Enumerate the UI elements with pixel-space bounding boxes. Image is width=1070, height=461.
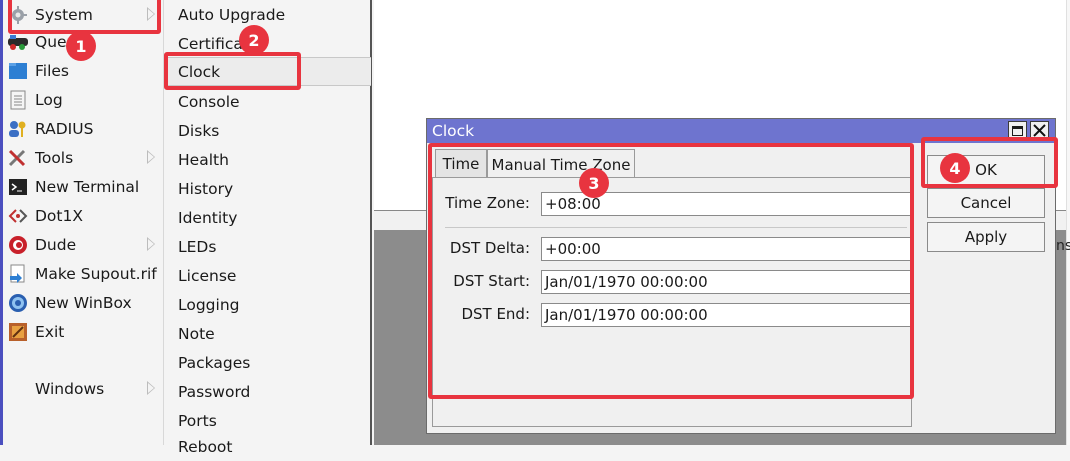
highlight-system xyxy=(8,0,161,34)
submenu-item-packages[interactable]: Packages xyxy=(164,348,371,377)
submenu-item-note[interactable]: Note xyxy=(164,319,371,348)
submenu-item-password[interactable]: Password xyxy=(164,377,371,406)
menu-item-make-supout[interactable]: Make Supout.rif xyxy=(3,259,161,288)
menu-item-windows[interactable]: Windows xyxy=(3,374,161,403)
tools-icon xyxy=(7,147,29,169)
winbox-icon xyxy=(7,292,29,314)
submenu-item-license[interactable]: License xyxy=(164,261,371,290)
submenu-arrow-icon xyxy=(147,381,155,395)
menu-item-exit[interactable]: Exit xyxy=(3,317,161,346)
menu-item-new-winbox[interactable]: New WinBox xyxy=(3,288,161,317)
submenu-item-leds[interactable]: LEDs xyxy=(164,232,371,261)
menu-item-log[interactable]: Log xyxy=(3,85,161,114)
menu-item-label: Tools xyxy=(35,148,74,167)
menu-item-radius[interactable]: RADIUS xyxy=(3,114,161,143)
step-badge-2: 2 xyxy=(239,25,269,55)
menu-item-label: Files xyxy=(35,61,70,80)
menu-item-label: Exit xyxy=(35,322,65,341)
folder-icon xyxy=(7,60,29,82)
submenu-arrow-icon xyxy=(147,150,155,164)
menu-item-label: New WinBox xyxy=(35,293,132,312)
menu-item-label: New Terminal xyxy=(35,177,140,196)
exit-icon xyxy=(7,321,29,343)
partial-column-text: ns xyxy=(1056,238,1070,254)
menu-item-new-terminal[interactable]: New Terminal xyxy=(3,172,161,201)
submenu-item-ports[interactable]: Ports xyxy=(164,406,371,435)
step-badge-3: 3 xyxy=(579,168,609,198)
menu-item-label: Dot1X xyxy=(35,206,83,225)
submenu-item-reboot[interactable]: Reboot xyxy=(164,432,371,461)
windows-blank-icon xyxy=(7,378,29,400)
menu-item-dude[interactable]: Dude xyxy=(3,230,161,259)
submenu-item-logging[interactable]: Logging xyxy=(164,290,371,319)
submenu-item-history[interactable]: History xyxy=(164,174,371,203)
close-icon xyxy=(1033,124,1046,137)
menu-item-label: RADIUS xyxy=(35,119,94,138)
log-icon xyxy=(7,89,29,111)
apply-button[interactable]: Apply xyxy=(927,222,1045,252)
menu-item-dot1x[interactable]: Dot1X xyxy=(3,201,161,230)
submenu-item-auto-upgrade[interactable]: Auto Upgrade xyxy=(164,0,371,29)
terminal-icon xyxy=(7,176,29,198)
menu-item-tools[interactable]: Tools xyxy=(3,143,161,172)
dude-icon xyxy=(7,234,29,256)
menu-item-label: Windows xyxy=(35,379,105,398)
step-badge-4: 4 xyxy=(940,153,970,183)
maximize-icon xyxy=(1012,125,1023,136)
submenu-item-identity[interactable]: Identity xyxy=(164,203,371,232)
supout-icon xyxy=(7,263,29,285)
step-badge-1: 1 xyxy=(66,31,96,61)
dot1x-icon xyxy=(7,205,29,227)
right-edge xyxy=(1066,0,1070,445)
main-menu: System Queues Files Log RADIUS Tools New… xyxy=(3,0,161,445)
submenu-item-disks[interactable]: Disks xyxy=(164,116,371,145)
cancel-button[interactable]: Cancel xyxy=(927,188,1045,218)
users-icon xyxy=(7,118,29,140)
highlight-clock xyxy=(164,52,301,90)
menu-item-label: Make Supout.rif xyxy=(35,264,157,283)
submenu-item-health[interactable]: Health xyxy=(164,145,371,174)
submenu-arrow-icon xyxy=(147,237,155,251)
submenu-item-console[interactable]: Console xyxy=(164,87,371,116)
menu-item-label: Log xyxy=(35,90,63,109)
menu-item-label: Dude xyxy=(35,235,77,254)
dialog-title: Clock xyxy=(432,122,475,140)
highlight-manual-time-zone xyxy=(428,143,914,399)
